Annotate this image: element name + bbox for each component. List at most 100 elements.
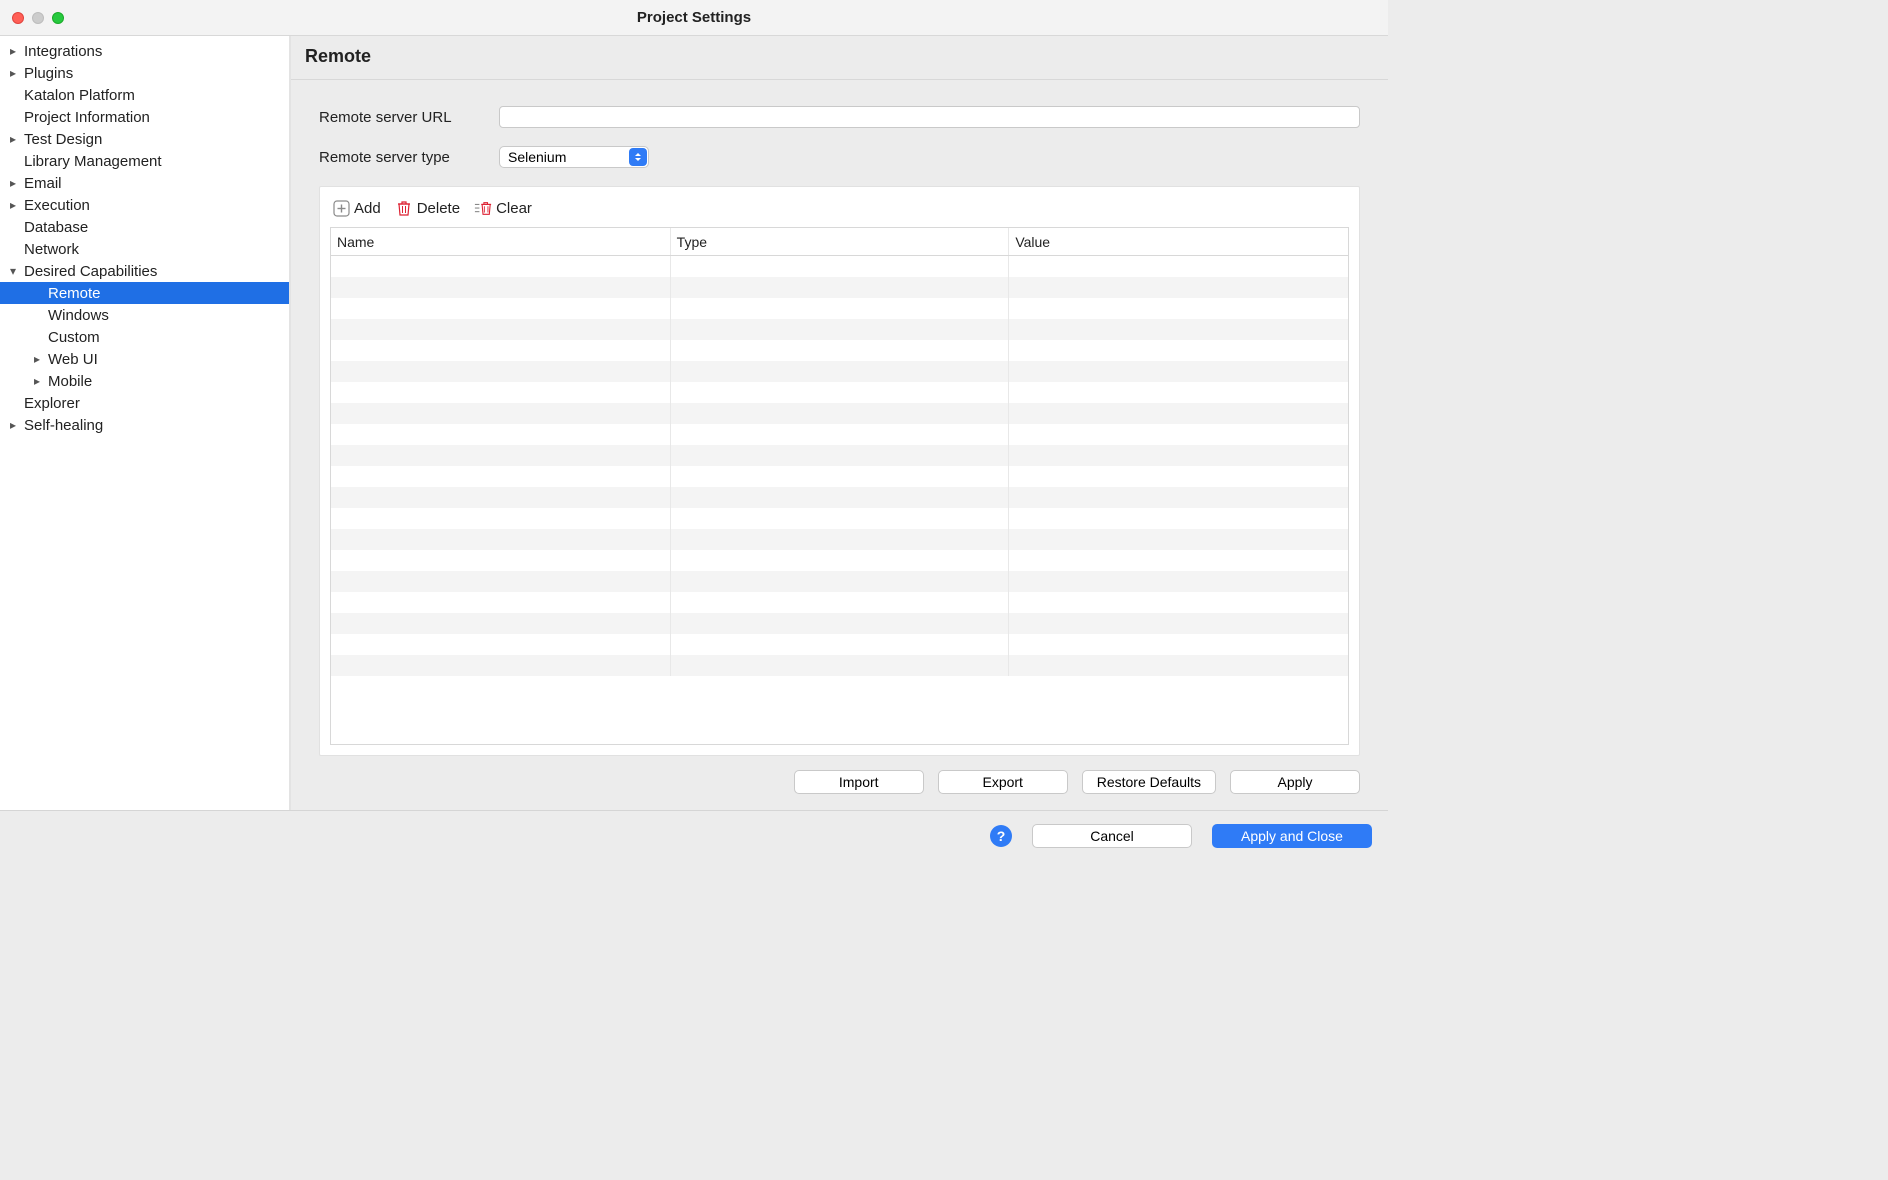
table-cell	[671, 277, 1010, 298]
table-cell	[331, 508, 671, 529]
tree-item-project-information[interactable]: ▸Project Information	[0, 106, 289, 128]
tree-item-email[interactable]: ▸Email	[0, 172, 289, 194]
tree-item-remote[interactable]: ▸Remote	[0, 282, 289, 304]
table-row[interactable]	[331, 403, 1348, 424]
table-cell	[671, 319, 1010, 340]
secondary-actions: Import Export Restore Defaults Apply	[319, 756, 1360, 798]
tree-item-label: Database	[22, 219, 88, 236]
tree-item-label: Test Design	[22, 131, 102, 148]
tree-item-plugins[interactable]: ▸Plugins	[0, 62, 289, 84]
minimize-window-button	[32, 12, 44, 24]
chevron-right-icon[interactable]: ▸	[4, 132, 22, 146]
tree-item-network[interactable]: ▸Network	[0, 238, 289, 260]
table-row[interactable]	[331, 550, 1348, 571]
capabilities-panel: Add Delete	[319, 186, 1360, 756]
chevron-right-icon[interactable]: ▸	[4, 418, 22, 432]
tree-item-katalon-platform[interactable]: ▸Katalon Platform	[0, 84, 289, 106]
table-row[interactable]	[331, 466, 1348, 487]
chevron-down-icon[interactable]: ▾	[4, 264, 22, 278]
table-row[interactable]	[331, 634, 1348, 655]
table-cell	[331, 466, 671, 487]
chevron-right-icon[interactable]: ▸	[4, 176, 22, 190]
table-row[interactable]	[331, 529, 1348, 550]
apply-and-close-button[interactable]: Apply and Close	[1212, 824, 1372, 848]
zoom-window-button[interactable]	[52, 12, 64, 24]
chevron-right-icon[interactable]: ▸	[4, 66, 22, 80]
close-window-button[interactable]	[12, 12, 24, 24]
table-row[interactable]	[331, 319, 1348, 340]
column-header-value[interactable]: Value	[1009, 228, 1348, 255]
tree-item-self-healing[interactable]: ▸Self-healing	[0, 414, 289, 436]
main-header: Remote	[291, 36, 1388, 80]
add-icon	[332, 199, 350, 217]
tree-item-label: Desired Capabilities	[22, 263, 157, 280]
table-cell	[671, 487, 1010, 508]
titlebar: Project Settings	[0, 0, 1388, 36]
table-row[interactable]	[331, 424, 1348, 445]
table-cell	[1009, 340, 1348, 361]
tree-item-desired-capabilities[interactable]: ▾Desired Capabilities	[0, 260, 289, 282]
column-header-name[interactable]: Name	[331, 228, 671, 255]
clear-button[interactable]: Clear	[474, 199, 532, 217]
chevron-right-icon[interactable]: ▸	[28, 374, 46, 388]
tree-item-custom[interactable]: ▸Custom	[0, 326, 289, 348]
tree-item-label: Windows	[46, 307, 109, 324]
table-row[interactable]	[331, 340, 1348, 361]
tree-item-mobile[interactable]: ▸Mobile	[0, 370, 289, 392]
table-cell	[1009, 298, 1348, 319]
table-cell	[671, 571, 1010, 592]
table-row[interactable]	[331, 256, 1348, 277]
cancel-button[interactable]: Cancel	[1032, 824, 1192, 848]
restore-defaults-button[interactable]: Restore Defaults	[1082, 770, 1216, 794]
tree-item-database[interactable]: ▸Database	[0, 216, 289, 238]
table-row[interactable]	[331, 571, 1348, 592]
remote-url-label: Remote server URL	[319, 109, 499, 126]
tree-item-test-design[interactable]: ▸Test Design	[0, 128, 289, 150]
add-label: Add	[354, 200, 381, 217]
table-cell	[671, 445, 1010, 466]
chevron-right-icon[interactable]: ▸	[4, 198, 22, 212]
table-cell	[331, 403, 671, 424]
table-row[interactable]	[331, 613, 1348, 634]
tree-item-windows[interactable]: ▸Windows	[0, 304, 289, 326]
table-row[interactable]	[331, 298, 1348, 319]
tree-item-library-management[interactable]: ▸Library Management	[0, 150, 289, 172]
table-cell	[671, 529, 1010, 550]
table-cell	[331, 277, 671, 298]
tree-item-integrations[interactable]: ▸Integrations	[0, 40, 289, 62]
dialog-footer: ? Cancel Apply and Close	[0, 810, 1388, 860]
tree-item-label: Library Management	[22, 153, 162, 170]
table-row[interactable]	[331, 487, 1348, 508]
export-button[interactable]: Export	[938, 770, 1068, 794]
table-cell	[1009, 550, 1348, 571]
import-button[interactable]: Import	[794, 770, 924, 794]
apply-button[interactable]: Apply	[1230, 770, 1360, 794]
table-row[interactable]	[331, 655, 1348, 676]
help-icon[interactable]: ?	[990, 825, 1012, 847]
tree-item-explorer[interactable]: ▸Explorer	[0, 392, 289, 414]
remote-url-input[interactable]	[499, 106, 1360, 128]
table-cell	[331, 256, 671, 277]
capabilities-table[interactable]: Name Type Value	[330, 227, 1349, 745]
tree-item-label: Self-healing	[22, 417, 103, 434]
table-cell	[671, 424, 1010, 445]
settings-tree[interactable]: ▸Integrations▸Plugins▸Katalon Platform▸P…	[0, 36, 290, 810]
remote-type-select[interactable]: Selenium	[499, 146, 649, 168]
table-row[interactable]	[331, 277, 1348, 298]
table-cell	[1009, 382, 1348, 403]
table-row[interactable]	[331, 445, 1348, 466]
tree-item-execution[interactable]: ▸Execution	[0, 194, 289, 216]
table-cell	[1009, 655, 1348, 676]
add-button[interactable]: Add	[332, 199, 381, 217]
table-row[interactable]	[331, 382, 1348, 403]
chevron-right-icon[interactable]: ▸	[4, 44, 22, 58]
tree-item-web-ui[interactable]: ▸Web UI	[0, 348, 289, 370]
table-row[interactable]	[331, 592, 1348, 613]
table-cell	[1009, 634, 1348, 655]
chevron-right-icon[interactable]: ▸	[28, 352, 46, 366]
main-panel: Remote Remote server URL Remote server t…	[290, 36, 1388, 810]
table-row[interactable]	[331, 361, 1348, 382]
delete-button[interactable]: Delete	[395, 199, 460, 217]
column-header-type[interactable]: Type	[671, 228, 1010, 255]
table-row[interactable]	[331, 508, 1348, 529]
